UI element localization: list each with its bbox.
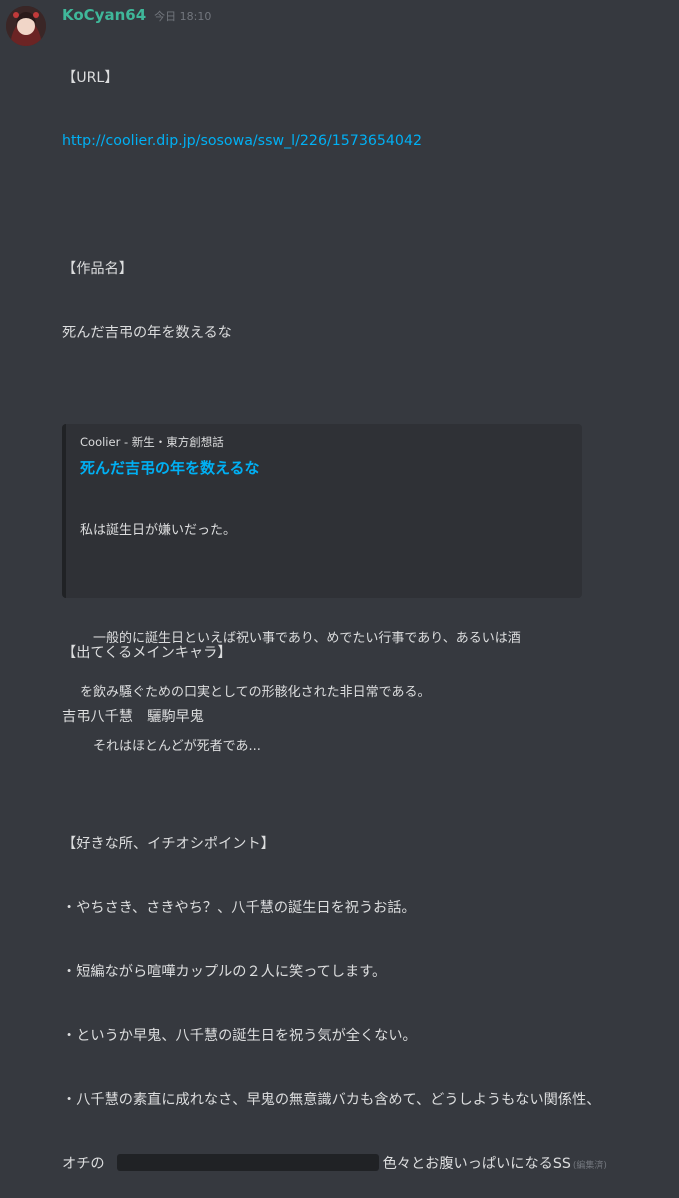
url-link[interactable]: http://coolier.dip.jp/sosowa/ssw_l/226/1… <box>62 131 674 152</box>
message-line <box>62 387 674 408</box>
message-header: KoCyan64 今日 18:10 <box>62 4 211 26</box>
last-line-after: 色々とお腹いっぱいになるSS <box>382 1155 571 1172</box>
last-line-before: オチの <box>62 1155 105 1172</box>
message-last-line: オチの 色々とお腹いっぱいになるSS (編集済) <box>62 1153 674 1177</box>
user-avatar[interactable] <box>6 6 46 46</box>
spoiler-block[interactable] <box>116 1153 379 1171</box>
message-line: ・短編ながら喧嘩カップルの２人に笑ってします。 <box>62 964 387 981</box>
embed-desc-line: 私は誕生日が嫌いだった。 <box>80 523 237 538</box>
message-line: 【URL】 <box>62 69 119 86</box>
embed-desc-line <box>80 576 570 594</box>
embed-provider: Coolier - 新生・東方創想話 <box>80 435 224 449</box>
message-line: 【好きな所、イチオシポイント】 <box>62 836 275 853</box>
message-line: 【作品名】 <box>62 261 133 278</box>
embed-description: 私は誕生日が嫌いだった。 一般的に誕生日といえば祝い事であり、めでたい行事であり… <box>80 486 570 792</box>
username[interactable]: KoCyan64 <box>62 4 146 26</box>
link-embed: Coolier - 新生・東方創想話 死んだ吉弔の年を数えるな 私は誕生日が嫌い… <box>62 424 582 754</box>
avatar-image <box>6 6 46 46</box>
embed-desc-line: を飲み騒ぐための口実としての形骸化された非日常である。 <box>80 685 431 700</box>
embed-desc-line: 一般的に誕生日といえば祝い事であり、めでたい行事であり、あるいは酒 <box>80 631 521 646</box>
message-line: ・というか早鬼、八千慧の誕生日を祝う気が全くない。 <box>62 1027 417 1044</box>
message-line: ・やちさき、さきやち？、八千慧の誕生日を祝うお話。 <box>62 900 416 917</box>
message-line <box>62 195 674 216</box>
embed-desc-line: それはほとんどが死者であ... <box>80 739 261 754</box>
message-line: ・八千慧の素直に成れなさ、早鬼の無意識バカも含めて、どうしようもない関係性、 <box>62 1091 601 1108</box>
edited-label: (編集済) <box>572 1160 607 1171</box>
embed-title-link[interactable]: 死んだ吉弔の年を数えるな <box>80 458 570 478</box>
message-line: 死んだ吉弔の年を数えるな <box>62 325 232 342</box>
